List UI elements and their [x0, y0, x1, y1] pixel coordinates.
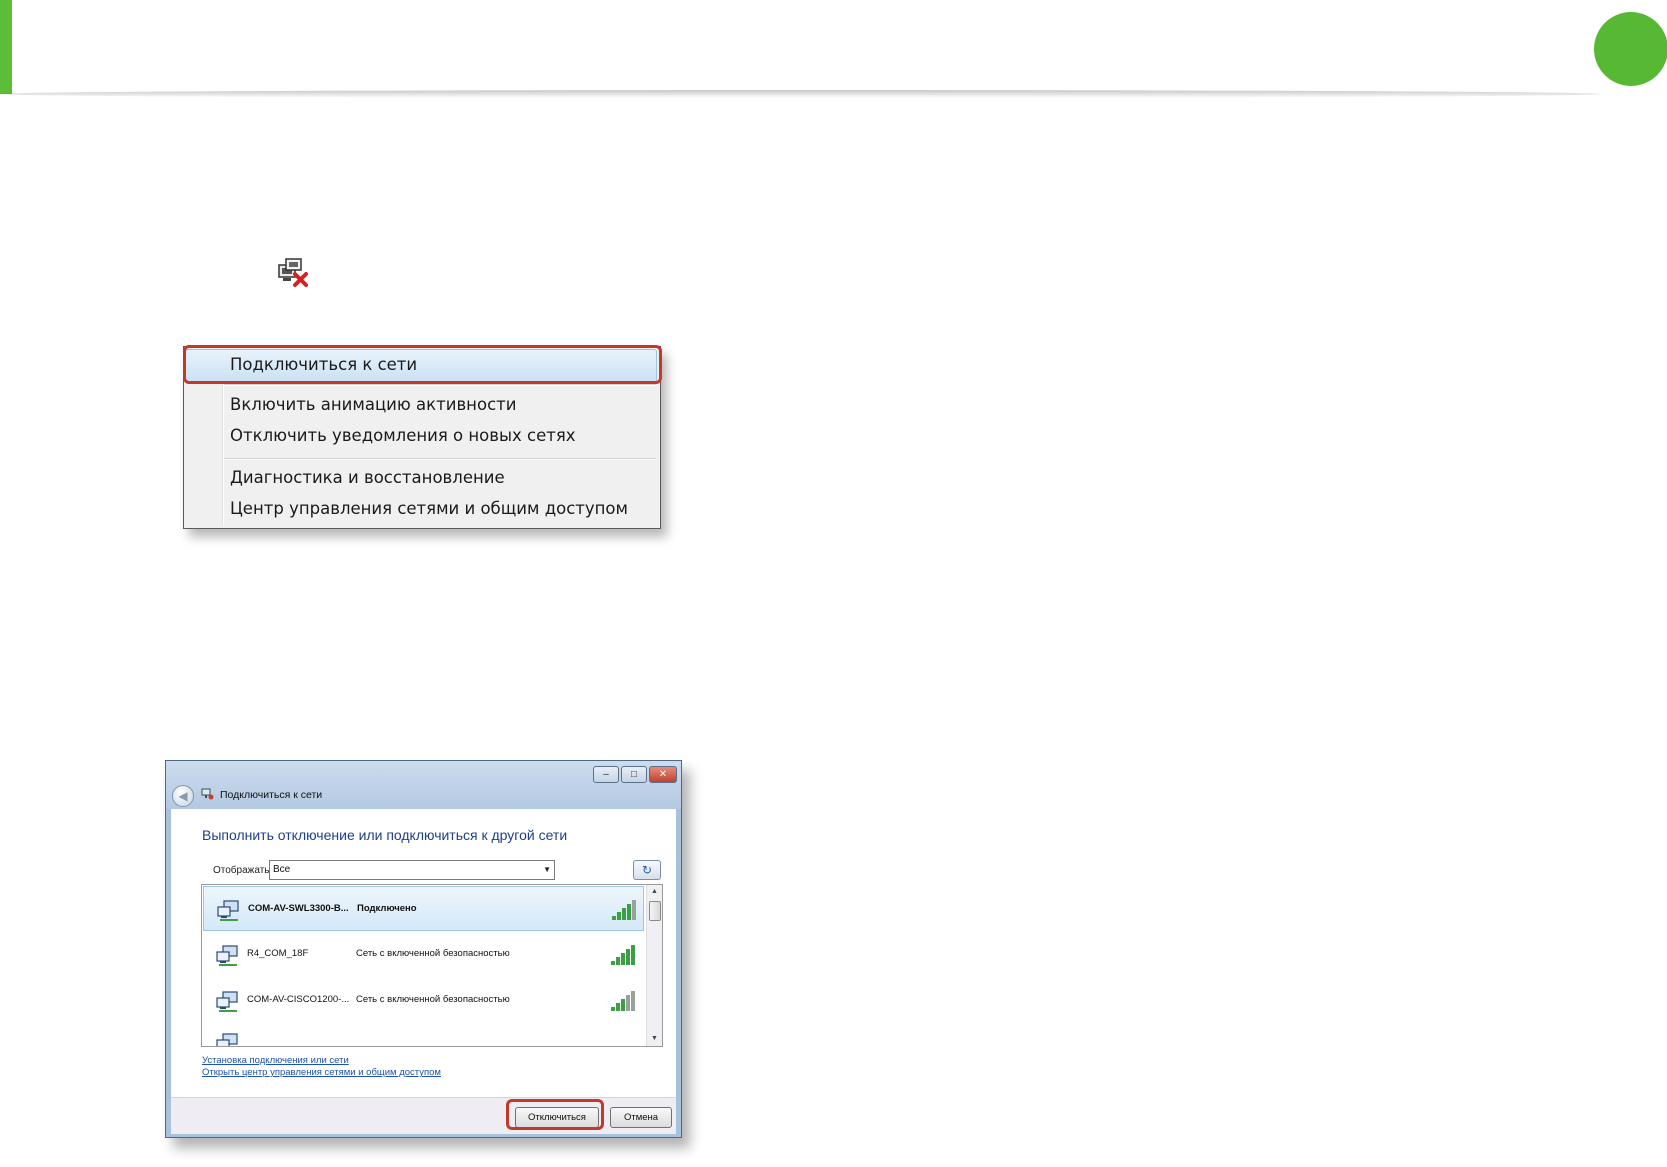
- menu-item-red-highlight: [183, 345, 662, 384]
- dialog-titlebar: – □ ✕ ◀ Подключиться к сети: [166, 761, 681, 809]
- network-status: Сеть с включенной безопасностью: [356, 948, 510, 959]
- show-filter-label: Отображать: [213, 865, 270, 876]
- menu-separator: [224, 384, 656, 386]
- show-filter-select[interactable]: Все ▼: [269, 860, 555, 880]
- network-list: COM-AV-SWL3300-B... Подключено R4_COM_18…: [201, 884, 663, 1047]
- dialog-body: Выполнить отключение или подключиться к …: [171, 809, 676, 1097]
- signal-strength-icon: [611, 991, 637, 1011]
- network-row-partial[interactable]: [203, 1024, 644, 1046]
- wireless-network-icon: [217, 900, 239, 921]
- open-network-center-link[interactable]: Открыть центр управления сетями и общим …: [202, 1067, 441, 1078]
- network-list-scrollbar[interactable]: ▲ ▼: [646, 885, 662, 1046]
- scroll-up-icon[interactable]: ▲: [647, 885, 662, 899]
- network-row[interactable]: COM-AV-SWL3300-B... Подключено: [203, 886, 644, 931]
- minimize-button[interactable]: –: [593, 766, 619, 783]
- close-button[interactable]: ✕: [649, 766, 677, 783]
- connect-to-network-dialog: – □ ✕ ◀ Подключиться к сети Выполнить от…: [165, 760, 682, 1138]
- wireless-network-icon: [216, 1033, 238, 1046]
- cancel-button[interactable]: Отмена: [610, 1107, 672, 1128]
- header-divider: [0, 90, 1600, 98]
- menu-item-enable-activity-animation[interactable]: Включить анимацию активности: [230, 391, 516, 419]
- scroll-thumb[interactable]: [649, 901, 661, 921]
- network-status: Подключено: [357, 903, 417, 914]
- green-circle-badge: [1594, 12, 1667, 86]
- network-status: Сеть с включенной безопасностью: [356, 994, 510, 1005]
- menu-item-disable-new-network-notifications[interactable]: Отключить уведомления о новых сетях: [230, 422, 576, 450]
- menu-item-network-sharing-center[interactable]: Центр управления сетями и общим доступом: [230, 495, 628, 523]
- show-filter-value: Все: [273, 864, 291, 875]
- disconnect-button-red-highlight: [506, 1099, 604, 1130]
- refresh-button[interactable]: ↻: [633, 860, 661, 880]
- setup-connection-link[interactable]: Установка подключения или сети: [202, 1055, 349, 1066]
- window-controls: – □ ✕: [593, 766, 677, 783]
- wireless-network-icon: [216, 991, 238, 1012]
- network-name: COM-AV-CISCO1200-...: [247, 994, 350, 1005]
- network-wizard-icon: [201, 788, 214, 800]
- network-name: COM-AV-SWL3300-B...: [248, 903, 349, 914]
- network-row[interactable]: R4_COM_18F Сеть с включенной безопасност…: [203, 932, 644, 977]
- maximize-button[interactable]: □: [621, 766, 647, 783]
- network-row[interactable]: COM-AV-CISCO1200-... Сеть с включенной б…: [203, 978, 644, 1023]
- network-name: R4_COM_18F: [247, 948, 309, 959]
- green-accent-bar: [0, 0, 12, 94]
- menu-item-diagnose-and-repair[interactable]: Диагностика и восстановление: [230, 464, 505, 492]
- dialog-title: Подключиться к сети: [220, 789, 323, 801]
- menu-separator: [224, 458, 656, 460]
- signal-strength-icon: [612, 900, 638, 920]
- network-disconnected-icon: [278, 258, 308, 287]
- signal-strength-icon: [611, 945, 637, 965]
- dialog-heading: Выполнить отключение или подключиться к …: [202, 827, 568, 843]
- wireless-network-icon: [216, 945, 238, 966]
- dropdown-arrow-icon: ▼: [543, 865, 551, 874]
- refresh-icon: ↻: [641, 863, 653, 877]
- back-arrow-icon[interactable]: ◀: [172, 785, 194, 807]
- scroll-down-icon[interactable]: ▼: [647, 1032, 662, 1046]
